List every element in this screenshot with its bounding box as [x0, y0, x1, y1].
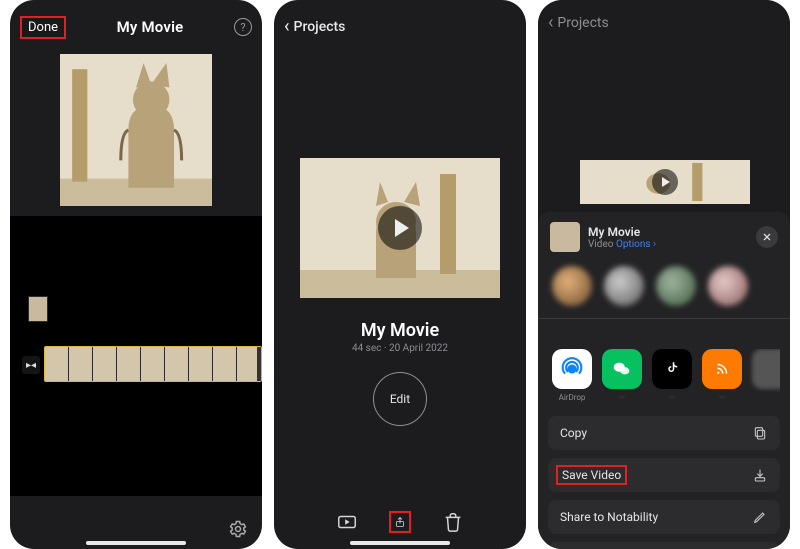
edit-button[interactable]: Edit: [373, 372, 427, 426]
home-indicator[interactable]: [350, 541, 450, 545]
share-backdrop: ‹ Projects: [538, 0, 790, 212]
share-button[interactable]: [389, 511, 411, 533]
airdrop-label: AirDrop: [559, 393, 586, 402]
close-icon: [761, 231, 773, 243]
app-label-blurred: ···: [719, 393, 725, 402]
home-indicator[interactable]: [86, 541, 186, 545]
trash-icon: [442, 511, 464, 533]
panel-editor: Done My Movie ? ▸◂: [10, 0, 262, 549]
share-header: My Movie Video Options ›: [548, 222, 780, 252]
clip-strip[interactable]: [44, 346, 262, 382]
timeline-area[interactable]: ▸◂: [10, 216, 262, 496]
action-open-qq-mail[interactable]: Open in QQ Mail: [548, 542, 780, 549]
contact-avatar-blurred[interactable]: [604, 266, 644, 306]
back-label: Projects: [557, 15, 608, 31]
airdrop-contacts-row: [548, 266, 780, 306]
video-preview-small: [580, 160, 750, 204]
video-preview[interactable]: [300, 158, 500, 298]
airdrop-app[interactable]: AirDrop: [552, 349, 592, 402]
back-projects-button[interactable]: ‹ Projects: [284, 18, 345, 36]
contact-avatar-blurred[interactable]: [708, 266, 748, 306]
app-tiktok[interactable]: ···: [652, 349, 692, 402]
share-item-subtitle: Video Options ›: [588, 239, 748, 250]
transition-icon[interactable]: ▸◂: [22, 356, 40, 374]
app-wechat[interactable]: ···: [602, 349, 642, 402]
share-thumbnail: [550, 222, 580, 252]
gear-icon: [228, 519, 248, 539]
app-orange-icon: [713, 360, 731, 378]
action-save-video[interactable]: Save Video: [548, 458, 780, 492]
app-label-blurred: ···: [669, 393, 675, 402]
media-thumb[interactable]: [28, 296, 48, 322]
delete-button[interactable]: [442, 511, 464, 533]
play-button: [652, 169, 678, 195]
pencil-icon: [752, 509, 768, 525]
tiktok-icon: [663, 360, 681, 378]
play-icon: [662, 177, 670, 187]
play-fullscreen-button[interactable]: [336, 511, 358, 533]
play-rect-icon: [336, 511, 358, 533]
media-row: [28, 296, 48, 322]
settings-button[interactable]: [228, 519, 248, 539]
chevron-left-icon: ‹: [548, 14, 553, 32]
share-apps-row: AirDrop ··· ···: [548, 349, 780, 402]
action-copy[interactable]: Copy: [548, 416, 780, 450]
preview-area: [10, 48, 262, 206]
back-projects-button-dimmed: ‹ Projects: [548, 14, 609, 32]
share-item-title: My Movie: [588, 225, 748, 239]
play-button[interactable]: [378, 206, 422, 250]
download-icon: [752, 467, 768, 483]
action-share-notability[interactable]: Share to Notability: [548, 500, 780, 534]
app-orange[interactable]: ···: [702, 349, 742, 402]
play-icon: [395, 219, 409, 237]
project-subtitle: 44 sec · 20 April 2022: [274, 343, 526, 354]
share-actions-list: Copy Save Video Share to Notability Open…: [548, 416, 780, 549]
help-icon[interactable]: ?: [234, 18, 252, 36]
done-button[interactable]: Done: [20, 16, 66, 39]
bottom-toolbar: [274, 511, 526, 533]
panel-share-sheet: ‹ Projects My Movie Video Options ›: [538, 0, 790, 549]
close-button[interactable]: [756, 226, 778, 248]
copy-icon: [752, 425, 768, 441]
video-preview[interactable]: [60, 54, 212, 206]
share-icon: [394, 516, 406, 528]
project-title: My Movie: [274, 320, 526, 341]
share-sheet[interactable]: My Movie Video Options ›: [538, 212, 790, 549]
divider: [538, 318, 790, 319]
app-more[interactable]: [752, 349, 780, 402]
app-label-blurred: ···: [619, 393, 625, 402]
wechat-icon: [611, 358, 633, 380]
editor-topbar: Done My Movie ?: [10, 0, 262, 48]
back-label: Projects: [294, 19, 346, 35]
chevron-left-icon: ‹: [284, 18, 290, 36]
share-options-link[interactable]: Options ›: [616, 239, 656, 250]
project-title: My Movie: [66, 18, 234, 36]
contact-avatar-blurred[interactable]: [656, 266, 696, 306]
panel-project-detail: ‹ Projects My Movie 44 sec · 20 April 20…: [274, 0, 526, 549]
cat-image-icon: [60, 54, 212, 206]
airdrop-icon: [558, 355, 586, 383]
contact-avatar-blurred[interactable]: [552, 266, 592, 306]
detail-topbar: ‹ Projects: [274, 0, 526, 48]
